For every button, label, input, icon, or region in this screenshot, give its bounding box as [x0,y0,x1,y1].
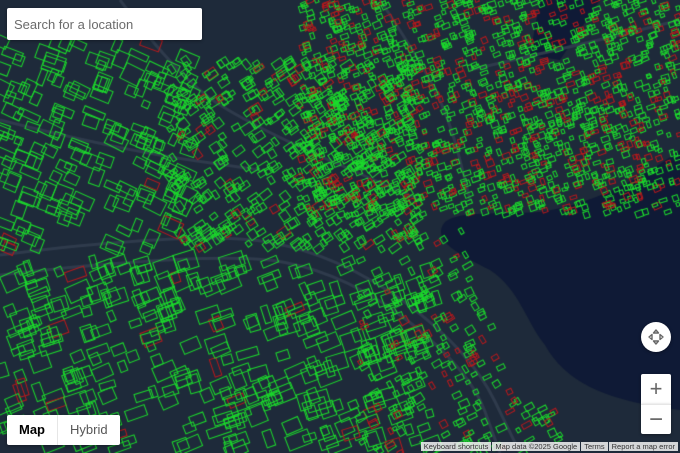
report-error-link[interactable]: Report a map error [608,442,678,451]
attribution-bar: Keyboard shortcuts Map data ©2025 Google… [420,442,678,451]
keyboard-shortcuts-link[interactable]: Keyboard shortcuts [420,442,492,451]
map-type-control: Map Hybrid [7,415,120,445]
zoom-out-button[interactable]: − [641,404,671,434]
map-type-hybrid-button[interactable]: Hybrid [58,415,120,445]
map-canvas[interactable] [0,0,680,453]
pan-control-button[interactable] [641,322,671,352]
zoom-in-button[interactable]: + [641,374,671,404]
map-type-map-button[interactable]: Map [7,415,58,445]
search-box[interactable] [7,8,202,40]
pan-icon [648,329,664,345]
zoom-in-icon: + [649,376,663,401]
map-data-text: Map data ©2025 Google [492,442,581,451]
zoom-out-icon: − [648,405,663,433]
terms-link[interactable]: Terms [581,442,608,451]
search-input[interactable] [7,8,202,40]
